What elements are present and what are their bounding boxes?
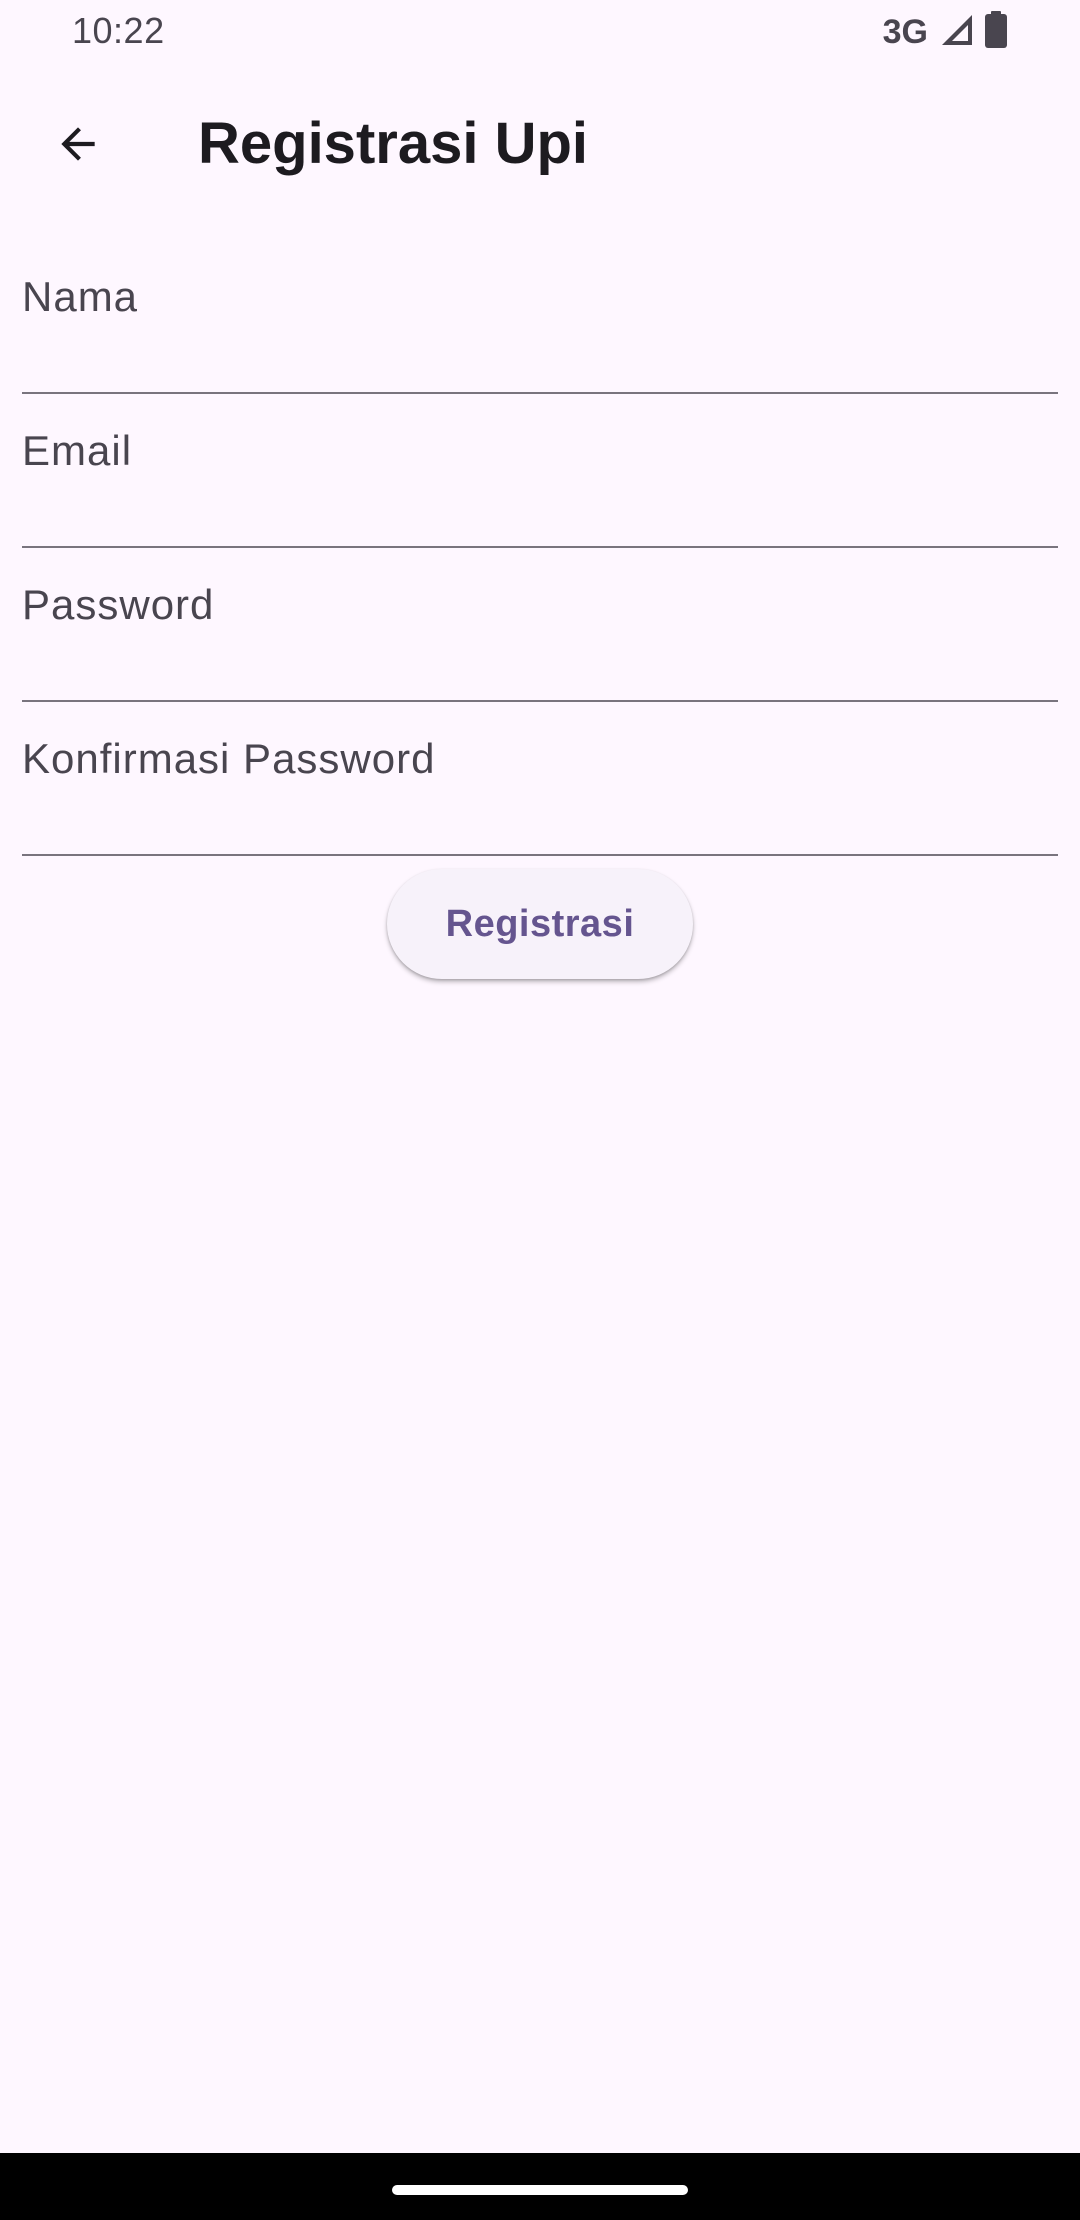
email-input[interactable]: [22, 394, 1058, 546]
page-title: Registrasi Upi: [198, 111, 588, 176]
cellular-signal-icon: [938, 13, 974, 52]
register-button[interactable]: Registrasi: [387, 869, 693, 979]
name-field-container: [22, 240, 1058, 394]
status-icons: 3G: [882, 10, 1008, 54]
status-time: 10:22: [72, 10, 165, 51]
password-field-container: [22, 548, 1058, 702]
top-app-bar: Registrasi Upi: [0, 66, 1080, 218]
arrow-back-icon: [53, 119, 103, 174]
system-navigation-bar: [0, 2153, 1080, 2220]
back-button[interactable]: [36, 104, 120, 188]
registration-screen: 10:22 3G Registrasi Upi Nama Email Regis…: [0, 0, 1080, 2220]
status-bar: 10:22 3G: [0, 0, 1080, 66]
confirm-password-input[interactable]: [22, 702, 1058, 854]
password-input[interactable]: [22, 548, 1058, 700]
email-field-container: [22, 394, 1058, 548]
network-type: 3G: [882, 12, 928, 51]
confirm-password-field-container: [22, 702, 1058, 856]
battery-icon: [984, 10, 1008, 54]
home-gesture-handle[interactable]: [392, 2185, 688, 2195]
name-input[interactable]: [22, 240, 1058, 392]
